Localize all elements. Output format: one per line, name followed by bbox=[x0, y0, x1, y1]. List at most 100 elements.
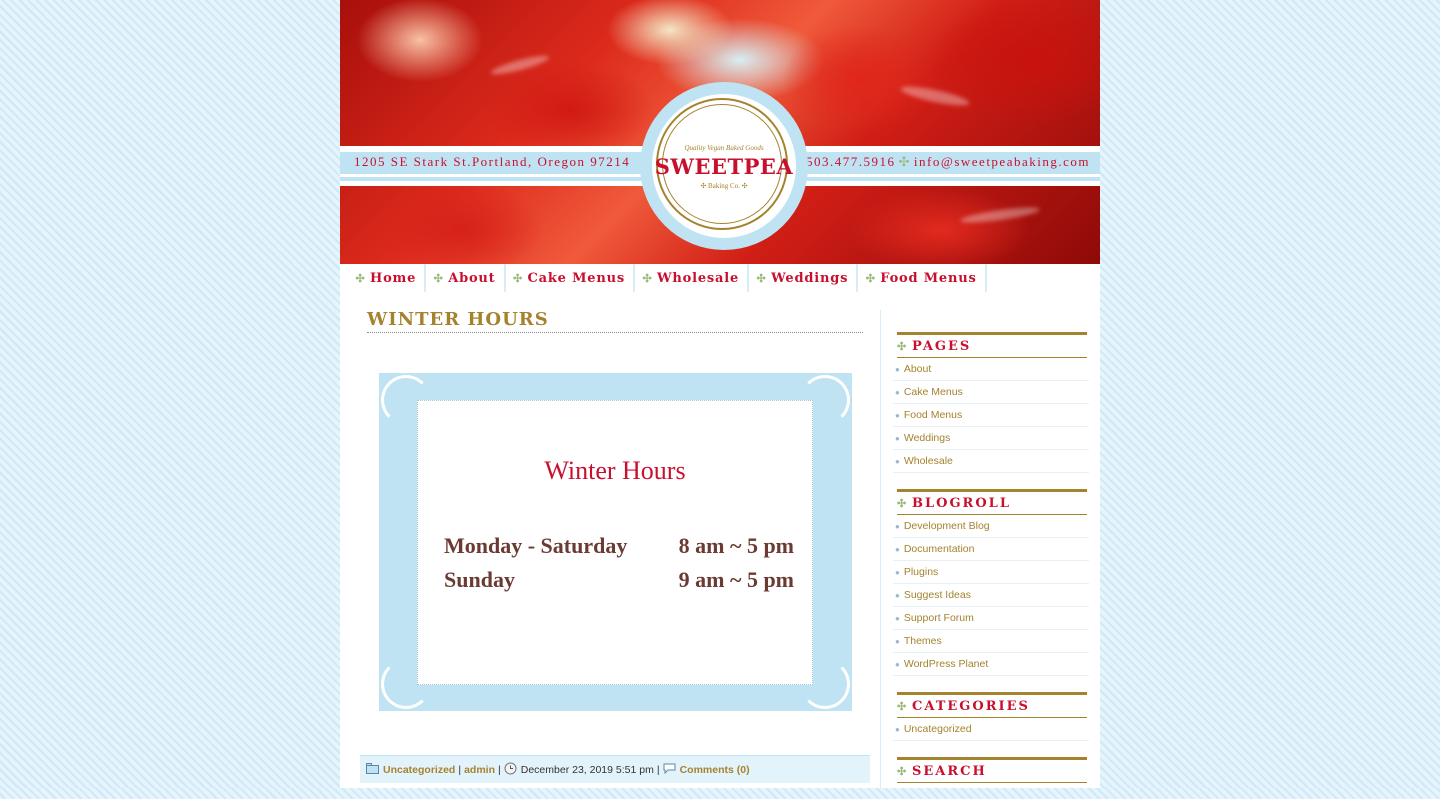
cross-icon: ✣ bbox=[897, 496, 909, 510]
bullet-icon: ● bbox=[895, 544, 900, 554]
widget-title: ✣ BLOGROLL bbox=[897, 489, 1087, 515]
bullet-icon: ● bbox=[895, 590, 900, 600]
nav-item-wholesale[interactable]: ✣ Wholesale bbox=[635, 264, 750, 292]
sidebar-link[interactable]: ● About bbox=[893, 358, 1089, 381]
author-link[interactable]: admin bbox=[464, 764, 495, 776]
header-highlight bbox=[899, 82, 971, 110]
sidebar-link-label: Food Menus bbox=[903, 409, 963, 421]
sidebar-link-label: Support Forum bbox=[903, 612, 974, 624]
header-highlight bbox=[959, 204, 1041, 226]
sidebar-link[interactable]: ● Wholesale bbox=[893, 450, 1089, 473]
bullet-icon: ● bbox=[895, 659, 900, 669]
nav-item-label: Wholesale bbox=[656, 270, 740, 286]
bullet-icon: ● bbox=[895, 567, 900, 577]
sidebar-link-label: Suggest Ideas bbox=[903, 589, 971, 601]
sidebar-link[interactable]: ● Plugins bbox=[893, 561, 1089, 584]
cross-icon: ✣ bbox=[433, 271, 444, 285]
widget-title: ✣ PAGES bbox=[897, 332, 1087, 358]
nav-item-label: About bbox=[448, 270, 496, 286]
phone-text: 503.477.5916 bbox=[806, 154, 896, 169]
hours-time: 9 am ~ 5 pm bbox=[678, 567, 794, 592]
bullet-icon: ● bbox=[895, 636, 900, 646]
sidebar-link[interactable]: ● Weddings bbox=[893, 427, 1089, 450]
bullet-icon: ● bbox=[895, 387, 900, 397]
nav-item-cake-menus[interactable]: ✣ Cake Menus bbox=[506, 264, 635, 292]
sidebar-link[interactable]: ● Support Forum bbox=[893, 607, 1089, 630]
cross-icon: ✣ bbox=[355, 271, 366, 285]
widget-title-label: BLOGROLL bbox=[912, 495, 1011, 511]
sidebar-link-label: Development Blog bbox=[903, 520, 990, 532]
sidebar-link-label: Cake Menus bbox=[903, 386, 963, 398]
nav-item-food-menus[interactable]: ✣ Food Menus bbox=[858, 264, 987, 292]
widget-categories: ✣ CATEGORIES ● Uncategorized bbox=[893, 692, 1089, 741]
sidebar-link[interactable]: ● Themes bbox=[893, 630, 1089, 653]
cross-icon: ✣ bbox=[898, 154, 911, 169]
page-container: 1205 SE Stark St.Portland, Oregon 97214 … bbox=[340, 0, 1100, 788]
winter-hours-image: Winter Hours Monday - Saturday 8 am ~ 5 … bbox=[379, 373, 852, 711]
sidebar-link[interactable]: ● Documentation bbox=[893, 538, 1089, 561]
email-link[interactable]: info@sweetpeabaking.com bbox=[914, 154, 1090, 169]
sidebar-link-label: Weddings bbox=[903, 432, 951, 444]
sidebar-link-label: About bbox=[903, 363, 932, 375]
post-meta: Uncategorized | admin | December 23, 201… bbox=[360, 755, 870, 783]
logo-circle: Quality Vegan Baked Goods SWEETPEA ✣ Bak… bbox=[652, 94, 796, 238]
sidebar-link-label: Themes bbox=[903, 635, 942, 647]
nav-item-home[interactable]: ✣ Home bbox=[348, 264, 427, 292]
hours-days: Sunday bbox=[444, 567, 515, 592]
widget-title: ✣ SEARCH bbox=[897, 757, 1087, 783]
widget-title-label: PAGES bbox=[912, 338, 972, 354]
sidebar-link[interactable]: ● Cake Menus bbox=[893, 381, 1089, 404]
widget-pages: ✣ PAGES ● About ● Cake Menus ● Food Menus ● W… bbox=[893, 332, 1089, 473]
meta-separator: | bbox=[498, 763, 501, 776]
header-banner: 1205 SE Stark St.Portland, Oregon 97214 … bbox=[340, 0, 1100, 264]
sidebar-link-label: Wholesale bbox=[903, 455, 953, 467]
widget-search: ✣ SEARCH bbox=[893, 757, 1089, 783]
main-nav: ✣ Home ✣ About ✣ Cake Menus ✣ Wholesale ✣ Wed… bbox=[340, 264, 1100, 294]
bullet-icon: ● bbox=[895, 456, 900, 466]
meta-separator: | bbox=[656, 763, 660, 776]
widget-title: ✣ CATEGORIES bbox=[897, 692, 1087, 718]
nav-item-label: Home bbox=[370, 270, 417, 286]
bullet-icon: ● bbox=[895, 433, 900, 443]
bullet-icon: ● bbox=[895, 521, 900, 531]
sidebar: ✣ PAGES ● About ● Cake Menus ● Food Menus ● W… bbox=[893, 332, 1089, 799]
cross-icon: ✣ bbox=[642, 271, 653, 285]
sidebar-link[interactable]: ● WordPress Planet bbox=[893, 653, 1089, 676]
logo[interactable]: Quality Vegan Baked Goods SWEETPEA ✣ Bak… bbox=[640, 82, 808, 250]
meta-separator: | bbox=[458, 763, 462, 776]
sidebar-divider bbox=[880, 310, 881, 788]
sidebar-link[interactable]: ● Development Blog bbox=[893, 515, 1089, 538]
address-text: 1205 SE Stark St.Portland, Oregon 97214 bbox=[354, 154, 631, 169]
header-highlight bbox=[489, 52, 551, 78]
widget-blogroll: ✣ BLOGROLL ● Development Blog ● Documentati… bbox=[893, 489, 1089, 676]
hours-panel: Winter Hours Monday - Saturday 8 am ~ 5 … bbox=[417, 400, 813, 685]
cross-icon: ✣ bbox=[756, 271, 767, 285]
logo-subtitle: ✣ Baking Co. ✣ bbox=[700, 182, 748, 190]
cross-icon: ✣ bbox=[865, 271, 876, 285]
sidebar-link[interactable]: ● Suggest Ideas bbox=[893, 584, 1089, 607]
hours-row: Monday - Saturday 8 am ~ 5 pm bbox=[444, 533, 794, 559]
category-link[interactable]: Uncategorized bbox=[383, 764, 455, 776]
cross-icon: ✣ bbox=[512, 271, 524, 285]
bullet-icon: ● bbox=[895, 364, 900, 374]
nav-item-weddings[interactable]: ✣ Weddings bbox=[749, 264, 859, 292]
sidebar-link[interactable]: ● Uncategorized bbox=[893, 718, 1089, 741]
contact-info: 503.477.5916 ✣ info@sweetpeabaking.com bbox=[806, 154, 1090, 170]
sidebar-link-label: Plugins bbox=[903, 566, 939, 578]
cross-icon: ✣ bbox=[897, 764, 909, 778]
nav-item-label: Cake Menus bbox=[527, 270, 625, 286]
nav-item-about[interactable]: ✣ About bbox=[426, 264, 506, 292]
nav-item-label: Food Menus bbox=[880, 270, 977, 286]
hours-time: 8 am ~ 5 pm bbox=[678, 533, 794, 558]
sidebar-link[interactable]: ● Food Menus bbox=[893, 404, 1089, 427]
clock-icon bbox=[504, 762, 517, 778]
hours-days: Monday - Saturday bbox=[444, 533, 628, 558]
sidebar-link-label: Uncategorized bbox=[903, 723, 972, 735]
widget-title-label: SEARCH bbox=[912, 763, 987, 779]
logo-name: SWEETPEA bbox=[654, 154, 794, 179]
post-title[interactable]: WINTER HOURS bbox=[367, 309, 863, 333]
widget-title-label: CATEGORIES bbox=[912, 698, 1030, 714]
cross-icon: ✣ bbox=[897, 339, 909, 353]
comments-link[interactable]: Comments (0) bbox=[680, 764, 750, 776]
folder-icon bbox=[366, 762, 379, 777]
